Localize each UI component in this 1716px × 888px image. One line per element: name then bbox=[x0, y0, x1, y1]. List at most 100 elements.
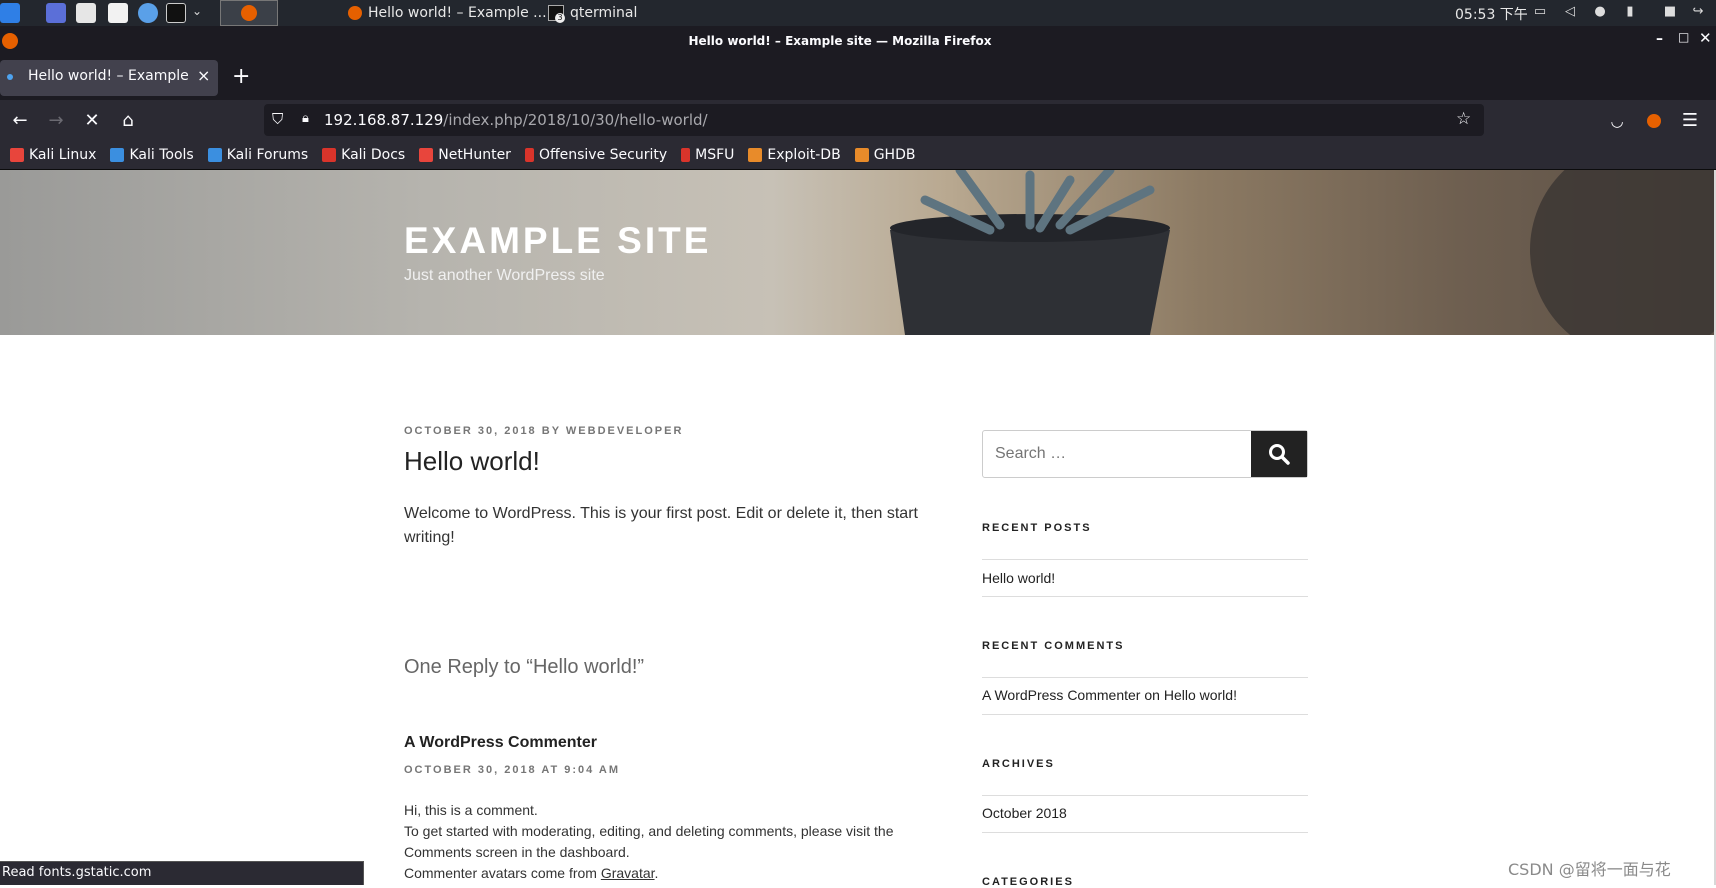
kali-tools-icon bbox=[110, 147, 125, 162]
divider bbox=[982, 832, 1308, 833]
window-titlebar: Hello world! – Example site — Mozilla Fi… bbox=[0, 26, 1716, 56]
url-bar[interactable]: ⛉ 🔒︎ 192.168.87.129/index.php/2018/10/30… bbox=[264, 104, 1484, 136]
tab-hello-world[interactable]: Hello world! – Example si × bbox=[0, 60, 218, 96]
comment-text: Commenter avatars come from bbox=[404, 865, 601, 881]
bookmark-label: NetHunter bbox=[438, 146, 511, 163]
menu-hamburger-icon[interactable]: ☰ bbox=[1676, 107, 1704, 135]
os-taskbar: ⌄ Hello world! – Example ... 3 qterminal… bbox=[0, 0, 1716, 26]
battery-icon[interactable]: ▮ bbox=[1622, 4, 1638, 20]
extension-icon[interactable] bbox=[1640, 107, 1668, 135]
divider bbox=[982, 559, 1308, 560]
comment-line: Comments screen in the dashboard. bbox=[404, 844, 630, 860]
bookmark-label: Kali Forums bbox=[226, 146, 309, 163]
display-icon[interactable]: ▭ bbox=[1532, 4, 1548, 20]
bookmark-kali-linux[interactable]: Kali Linux bbox=[10, 147, 96, 163]
lock-icon[interactable]: ■ bbox=[1662, 4, 1678, 20]
recent-comment-author[interactable]: A WordPress Commenter bbox=[982, 687, 1140, 703]
browser-globe-icon[interactable] bbox=[138, 3, 158, 23]
task-firefox[interactable]: Hello world! – Example ... bbox=[348, 0, 547, 26]
chevron-down-icon[interactable]: ⌄ bbox=[192, 4, 202, 18]
new-tab-button[interactable]: + bbox=[232, 64, 250, 89]
firefox-launcher-button[interactable] bbox=[220, 0, 278, 26]
ghdb-icon bbox=[854, 147, 869, 162]
archive-link[interactable]: October 2018 bbox=[982, 805, 1067, 821]
tab-close-icon[interactable]: × bbox=[197, 66, 210, 85]
notification-bell-icon[interactable]: ● bbox=[1592, 4, 1608, 20]
bookmark-msfu[interactable]: MSFU bbox=[681, 147, 734, 163]
comment-line: To get started with moderating, editing,… bbox=[404, 823, 894, 839]
recent-comment-post[interactable]: Hello world! bbox=[1164, 687, 1237, 703]
home-icon[interactable]: ⌂ bbox=[114, 107, 142, 135]
workspace-icon[interactable] bbox=[46, 3, 66, 23]
clock[interactable]: 05:53 下午 bbox=[1455, 4, 1528, 24]
maximize-icon[interactable]: □ bbox=[1678, 30, 1689, 44]
bookmark-label: GHDB bbox=[873, 146, 916, 163]
forward-arrow-icon[interactable]: → bbox=[42, 107, 70, 135]
task-label: Hello world! – Example ... bbox=[368, 5, 547, 21]
comment-text: . bbox=[654, 865, 659, 881]
recent-comments-title: RECENT COMMENTS bbox=[982, 640, 1125, 652]
close-window-icon[interactable]: ✕ bbox=[1699, 29, 1712, 47]
search-button[interactable] bbox=[1251, 431, 1307, 477]
terminal-icon[interactable] bbox=[166, 3, 186, 23]
divider bbox=[982, 714, 1308, 715]
insecure-lock-icon[interactable]: 🔒︎ bbox=[302, 111, 309, 126]
post-date[interactable]: OCTOBER 30, 2018 bbox=[404, 425, 537, 437]
kali-docs-icon bbox=[322, 147, 337, 162]
terminal-icon: 3 bbox=[548, 5, 565, 23]
bookmark-offensive-security[interactable]: Offensive Security bbox=[524, 146, 668, 163]
volume-icon[interactable]: ◁ bbox=[1562, 4, 1578, 20]
bookmark-label: Exploit-DB bbox=[767, 146, 841, 163]
pocket-icon[interactable]: ◡ bbox=[1603, 107, 1631, 135]
loading-dot-icon bbox=[7, 74, 13, 80]
url-host: 192.168.87.129 bbox=[324, 111, 444, 129]
logout-icon[interactable]: ↪ bbox=[1690, 4, 1706, 20]
shield-icon[interactable]: ⛉ bbox=[272, 110, 283, 128]
divider bbox=[982, 795, 1308, 796]
status-panel: Read fonts.gstatic.com bbox=[0, 861, 364, 885]
comment-author[interactable]: A WordPress Commenter bbox=[404, 734, 597, 752]
url-text[interactable]: 192.168.87.129/index.php/2018/10/30/hell… bbox=[324, 111, 708, 129]
back-arrow-icon[interactable]: ← bbox=[6, 107, 34, 135]
task-qterminal[interactable]: 3 qterminal bbox=[548, 0, 637, 26]
comment-date[interactable]: OCTOBER 30, 2018 AT 9:04 AM bbox=[404, 764, 620, 776]
post-title: Hello world! bbox=[404, 446, 540, 476]
site-description: Just another WordPress site bbox=[404, 267, 605, 284]
kali-linux-icon bbox=[10, 147, 24, 162]
recent-comment-item: A WordPress Commenter on Hello world! bbox=[982, 687, 1237, 703]
url-path: /index.php/2018/10/30/hello-world/ bbox=[443, 111, 708, 129]
offensive-security-icon bbox=[524, 147, 534, 162]
post-meta: OCTOBER 30, 2018 BY WEBDEVELOPER bbox=[404, 425, 683, 437]
task-label: qterminal bbox=[570, 5, 638, 21]
bookmark-kali-tools[interactable]: Kali Tools bbox=[110, 147, 194, 163]
site-title[interactable]: EXAMPLE SITE bbox=[404, 220, 711, 262]
header-image bbox=[0, 170, 1716, 335]
bookmark-label: Kali Linux bbox=[29, 146, 97, 163]
firefox-icon bbox=[241, 5, 257, 21]
watermark: CSDN @留将一面与花 bbox=[1508, 860, 1671, 879]
firefox-icon bbox=[348, 6, 362, 20]
comments-heading: One Reply to “Hello world!” bbox=[404, 656, 645, 678]
nethunter-icon bbox=[419, 147, 434, 162]
bookmark-nethunter[interactable]: NetHunter bbox=[419, 147, 511, 163]
comment-line: Hi, this is a comment. bbox=[404, 802, 538, 818]
bookmark-ghdb[interactable]: GHDB bbox=[854, 146, 916, 163]
post-author[interactable]: WEBDEVELOPER bbox=[566, 425, 684, 437]
bookmark-label: Offensive Security bbox=[538, 146, 668, 163]
bookmark-exploit-db[interactable]: Exploit-DB bbox=[748, 146, 841, 163]
task-count-badge: 3 bbox=[555, 13, 565, 23]
text-editor-icon[interactable] bbox=[108, 3, 128, 23]
bookmark-label: MSFU bbox=[695, 146, 735, 163]
bookmark-kali-forums[interactable]: Kali Forums bbox=[207, 146, 309, 163]
bookmark-kali-docs[interactable]: Kali Docs bbox=[322, 147, 405, 163]
file-manager-icon[interactable] bbox=[76, 3, 96, 23]
gravatar-link[interactable]: Gravatar bbox=[601, 865, 655, 881]
comment-body: Hi, this is a comment. To get started wi… bbox=[404, 800, 944, 884]
recent-post-link[interactable]: Hello world! bbox=[982, 570, 1055, 586]
archives-title: ARCHIVES bbox=[982, 758, 1055, 770]
bookmark-star-icon[interactable]: ☆ bbox=[1456, 109, 1471, 129]
kali-menu-icon[interactable] bbox=[0, 3, 20, 23]
search-input[interactable] bbox=[983, 431, 1249, 477]
minimize-icon[interactable]: – bbox=[1656, 31, 1663, 47]
stop-loading-icon[interactable]: ✕ bbox=[78, 107, 106, 135]
